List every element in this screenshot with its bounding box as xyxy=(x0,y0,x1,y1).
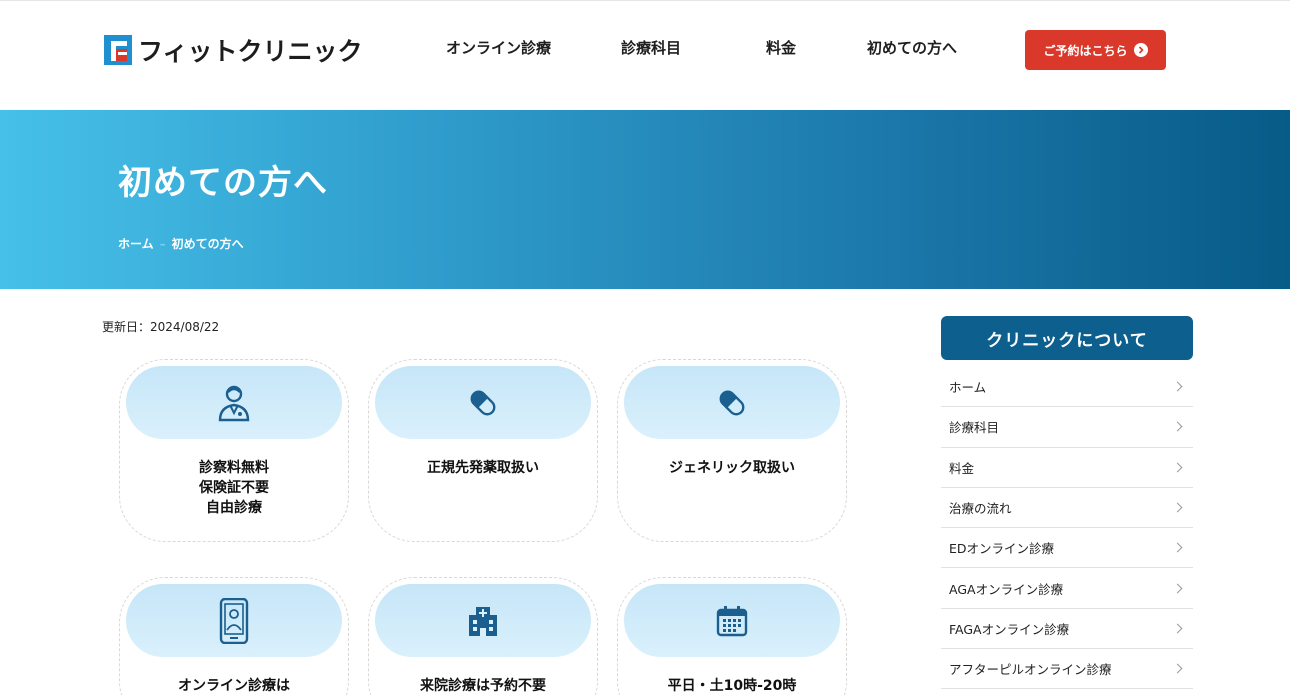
page-hero: 初めての方へ ホーム – 初めての方へ xyxy=(0,110,1290,289)
smartphone-icon xyxy=(219,597,249,644)
chevron-right-icon xyxy=(1172,583,1183,594)
feature-card: オンライン診療は xyxy=(119,577,349,695)
nav-pricing[interactable]: 料金 xyxy=(766,37,796,58)
card-text: ジェネリック取扱い xyxy=(618,458,846,478)
sidebar-item-label: ホーム xyxy=(949,380,987,396)
arrow-right-circle-icon xyxy=(1133,43,1148,57)
sidebar-item-label: アフターピルオンライン診療 xyxy=(949,662,1112,678)
chevron-right-icon xyxy=(1172,663,1183,674)
card-text: 診察料無料 保険証不要 自由診療 xyxy=(120,458,348,518)
sidebar-item-label: FAGAオンライン診療 xyxy=(949,621,1070,637)
doctor-icon xyxy=(218,385,250,421)
card-line: ジェネリック取扱い xyxy=(669,460,795,476)
sidebar-item-label: 料金 xyxy=(949,460,975,476)
sidebar-item-faga-online[interactable]: FAGAオンライン診療 xyxy=(941,609,1193,650)
reserve-button[interactable]: ご予約はこちら xyxy=(1025,30,1166,70)
card-line: 平日・土10時-20時 xyxy=(667,678,797,694)
card-line: 診察料無料 xyxy=(199,460,269,476)
card-icon-area xyxy=(126,366,342,439)
reserve-button-label: ご予約はこちら xyxy=(1043,43,1128,58)
feature-card: ジェネリック取扱い xyxy=(617,359,847,542)
hospital-icon xyxy=(469,606,497,636)
sidebar-item-aga-online[interactable]: AGAオンライン診療 xyxy=(941,568,1193,609)
nav-departments[interactable]: 診療科目 xyxy=(621,37,681,58)
card-icon-area xyxy=(624,584,840,657)
card-text: 平日・土10時-20時 xyxy=(618,676,846,695)
breadcrumb-separator: – xyxy=(159,236,166,251)
card-text: 来院診療は予約不要 xyxy=(369,676,597,695)
sidebar-item-label: 診療科目 xyxy=(949,420,1000,436)
card-text: 正規先発薬取扱い xyxy=(369,458,597,478)
sidebar-item-departments[interactable]: 診療科目 xyxy=(941,407,1193,448)
card-icon-area xyxy=(624,366,840,439)
card-icon-area xyxy=(126,584,342,657)
chevron-right-icon xyxy=(1172,502,1183,513)
site-header: フィットクリニック オンライン診療 診療科目 料金 初めての方へ ご予約はこちら xyxy=(0,0,1290,110)
card-line: オンライン診療は xyxy=(178,678,290,694)
sidebar-item-pricing[interactable]: 料金 xyxy=(941,448,1193,488)
breadcrumb-current: 初めての方へ xyxy=(171,237,244,251)
sidebar-heading: クリニックについて xyxy=(941,316,1193,360)
capsule-icon xyxy=(470,390,496,415)
feature-card: 診察料無料 保険証不要 自由診療 xyxy=(119,359,349,542)
nav-online-consultation[interactable]: オンライン診療 xyxy=(446,37,551,58)
card-line: 正規先発薬取扱い xyxy=(427,460,539,476)
nav-first-visit[interactable]: 初めての方へ xyxy=(867,37,957,58)
sidebar-item-afterpill-online[interactable]: アフターピルオンライン診療 xyxy=(941,649,1193,690)
chevron-right-icon xyxy=(1172,542,1183,553)
updated-date: 更新日：2024/08/22 xyxy=(102,320,220,334)
capsule-icon xyxy=(719,390,745,415)
sidebar-item-label: EDオンライン診療 xyxy=(949,541,1055,557)
card-line: 保険証不要 xyxy=(199,480,269,496)
card-line: 自由診療 xyxy=(206,500,262,516)
sidebar-item-home[interactable]: ホーム xyxy=(941,367,1193,408)
sidebar-item-treatment-flow[interactable]: 治療の流れ xyxy=(941,488,1193,529)
card-text: オンライン診療は xyxy=(120,676,348,695)
page-title: 初めての方へ xyxy=(118,163,328,203)
calendar-icon xyxy=(716,605,748,636)
sidebar-item-label: 治療の流れ xyxy=(949,501,1012,517)
sidebar-item-label: AGAオンライン診療 xyxy=(949,581,1064,597)
card-line: 来院診療は予約不要 xyxy=(420,678,546,694)
card-icon-area xyxy=(375,366,591,439)
feature-card: 平日・土10時-20時 xyxy=(617,577,847,695)
breadcrumb-home[interactable]: ホーム xyxy=(118,235,154,252)
breadcrumb: ホーム – 初めての方へ xyxy=(118,235,244,252)
chevron-right-icon xyxy=(1172,623,1183,634)
chevron-right-icon xyxy=(1172,462,1183,473)
card-icon-area xyxy=(375,584,591,657)
chevron-right-icon xyxy=(1172,421,1183,432)
feature-card: 来院診療は予約不要 xyxy=(368,577,598,695)
sidebar-item-ed-online[interactable]: EDオンライン診療 xyxy=(941,528,1193,569)
chevron-right-icon xyxy=(1172,381,1183,392)
sidebar-menu: ホーム 診療科目 料金 治療の流れ EDオンライン診療 AGAオンライン診療 F… xyxy=(941,367,1193,690)
feature-card: 正規先発薬取扱い xyxy=(368,359,598,542)
